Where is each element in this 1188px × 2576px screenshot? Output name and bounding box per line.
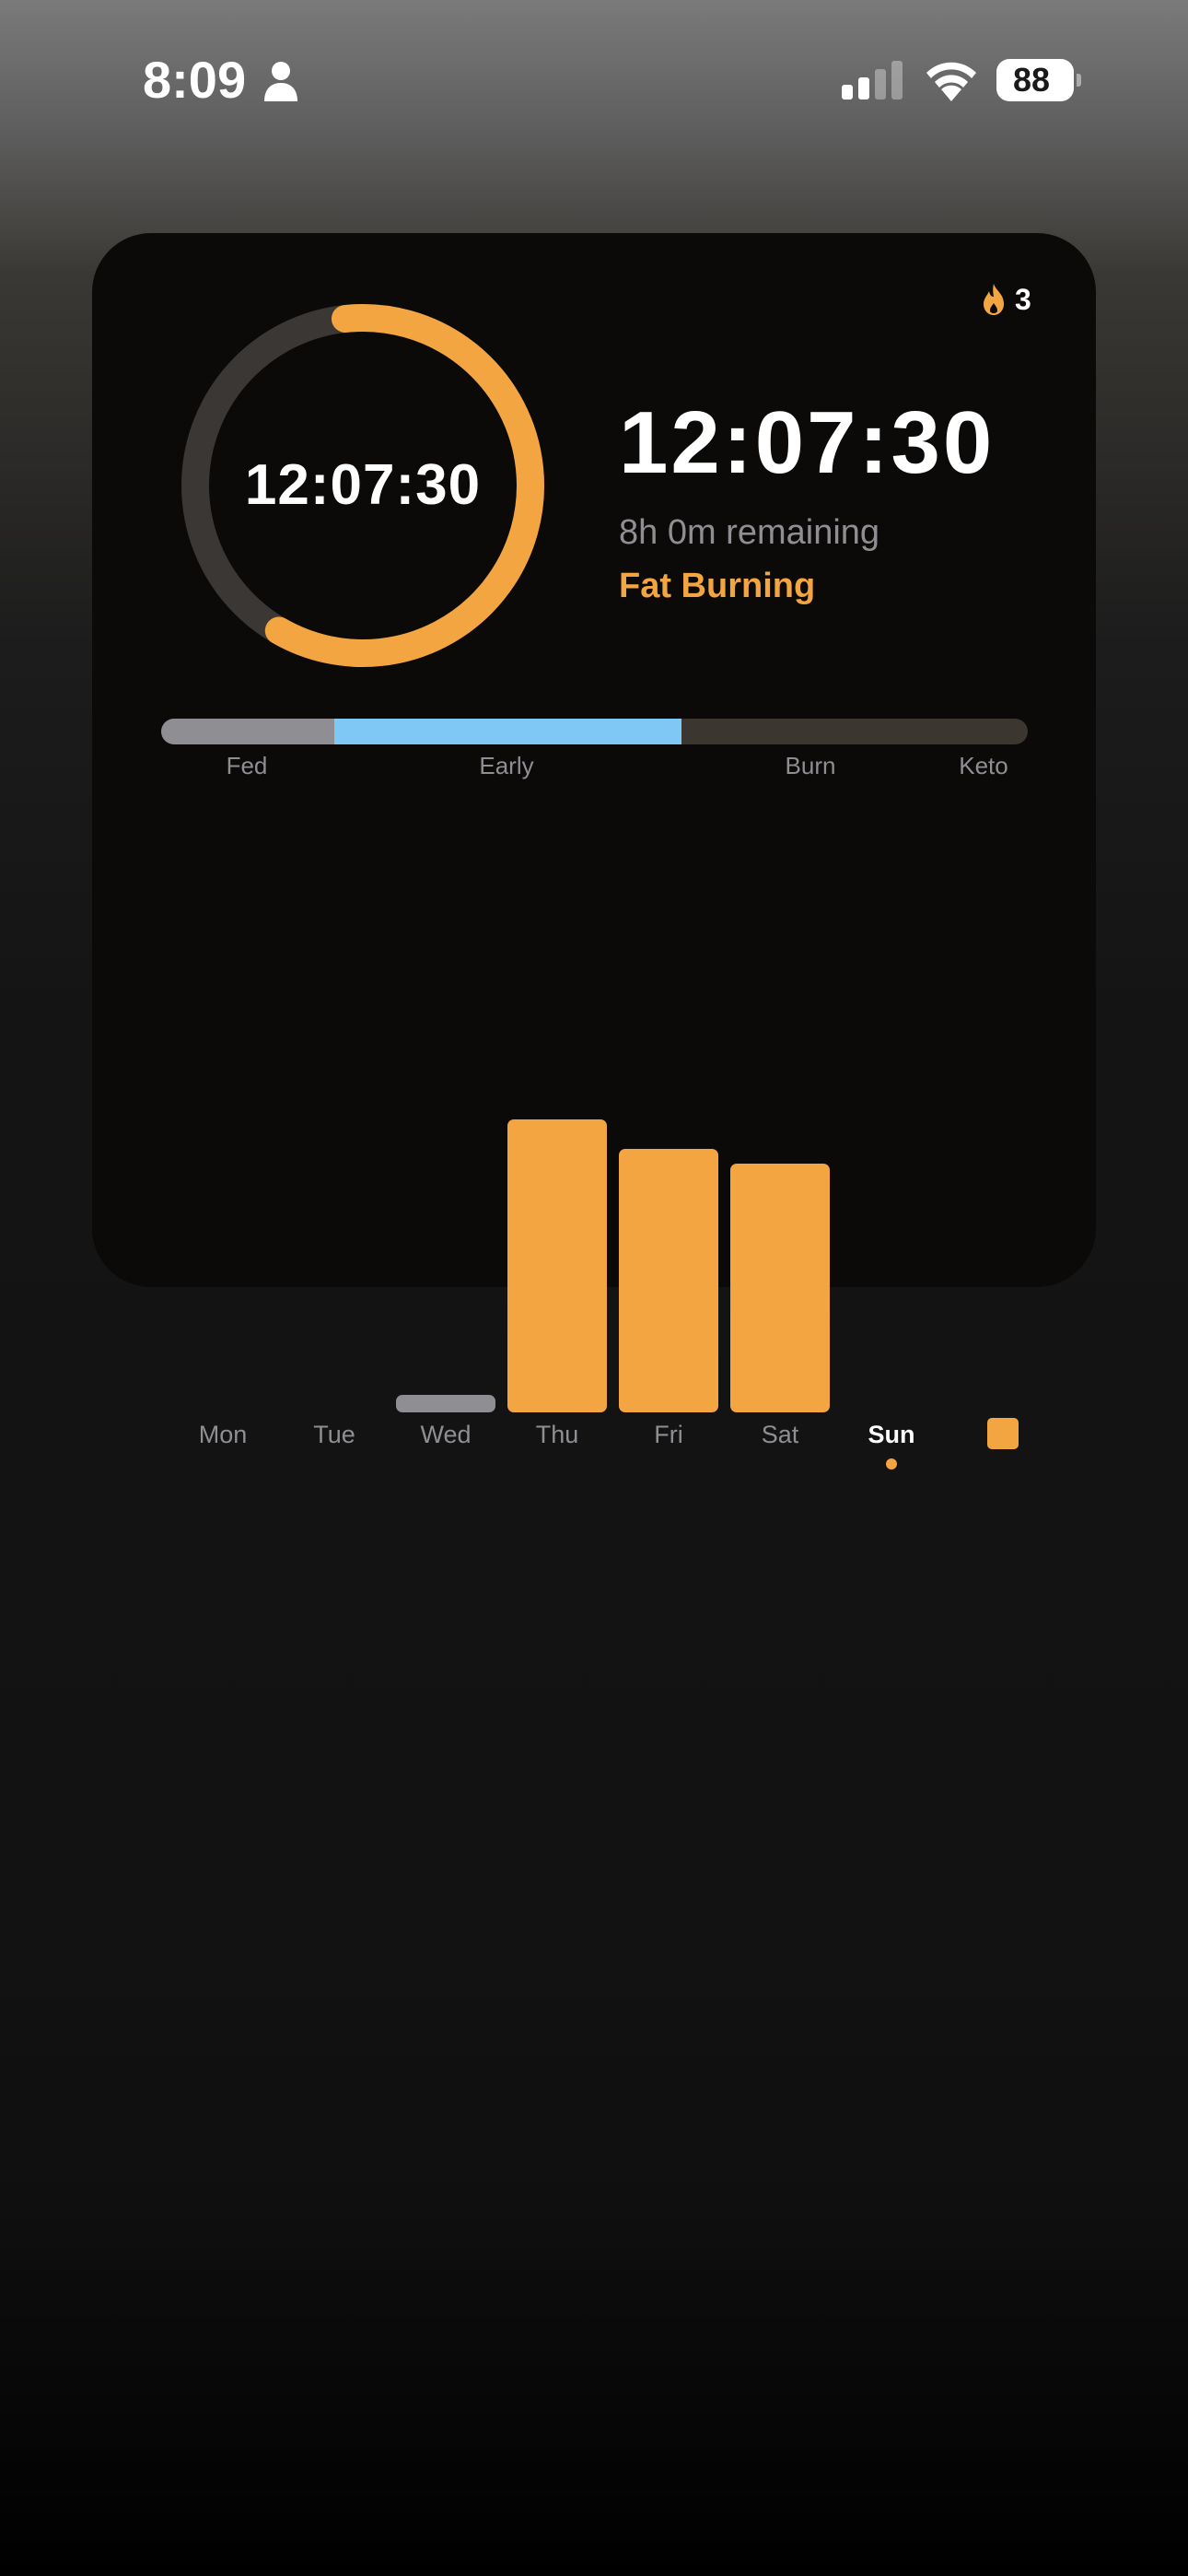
day-label-mon: Mon xyxy=(198,1421,248,1448)
wifi-icon xyxy=(926,62,976,101)
status-bar: 8:09 88 xyxy=(0,0,1188,161)
remaining-time: 8h 0m remaining xyxy=(619,513,880,552)
stage-segment-fed xyxy=(161,719,334,744)
streak-badge: 3 xyxy=(982,279,1031,320)
stage-segment-early xyxy=(334,719,681,744)
fasting-widget[interactable]: 3 12:07:30 12:07:30 8h 0m remaining Fat … xyxy=(92,233,1096,1469)
day-label-wed: Wed xyxy=(420,1421,472,1448)
stage-label-burn: Burn xyxy=(785,752,836,779)
weekly-fasting-chart: Mon Tue Wed Thu Fri Sat Sun xyxy=(161,860,1045,1469)
legend-square xyxy=(987,1418,1019,1449)
day-label-thu: Thu xyxy=(535,1421,579,1448)
today-indicator-dot xyxy=(886,1458,897,1469)
chart-bar-thu xyxy=(507,1119,607,1412)
chart-bar-fri xyxy=(619,1148,718,1412)
day-label-sat: Sat xyxy=(761,1421,799,1448)
day-label-sun: Sun xyxy=(868,1421,915,1448)
stage-label-early: Early xyxy=(479,752,534,779)
ring-time: 12:07:30 xyxy=(244,453,482,517)
status-time: 8:09 xyxy=(143,51,247,109)
elapsed-time: 12:07:30 xyxy=(619,393,996,492)
chart-bar-wed xyxy=(396,1394,495,1412)
chart-bar-sat xyxy=(730,1163,830,1412)
stage-progress-bar xyxy=(161,719,1028,744)
day-label-fri: Fri xyxy=(654,1421,683,1448)
progress-ring: 12:07:30 xyxy=(181,303,545,668)
streak-count: 3 xyxy=(1015,282,1031,316)
day-label-tue: Tue xyxy=(313,1421,355,1448)
stage-label-keto: Keto xyxy=(959,752,1008,779)
battery-icon: 88 xyxy=(996,59,1081,101)
person-icon xyxy=(264,62,297,101)
battery-level: 88 xyxy=(1012,61,1051,99)
cellular-signal-icon xyxy=(842,61,903,100)
stage-label-fed: Fed xyxy=(226,752,268,779)
current-stage: Fat Burning xyxy=(619,567,816,605)
flame-icon xyxy=(984,284,1004,315)
